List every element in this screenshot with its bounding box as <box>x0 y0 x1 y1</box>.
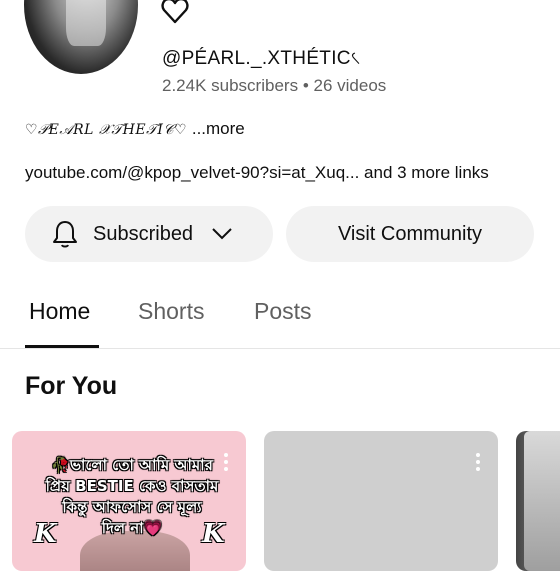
thumbnail-letter: K <box>202 519 225 549</box>
channel-avatar[interactable] <box>24 0 138 74</box>
bell-icon <box>53 221 77 248</box>
more-options-icon[interactable] <box>476 453 480 471</box>
subscribed-button[interactable]: Subscribed <box>25 206 273 262</box>
section-title: For You <box>25 372 118 400</box>
caption-line: প্রিয় BESTIE কেও বাসতাম <box>45 477 219 495</box>
caption-line: 🥀ভালো তো আমি আমার <box>51 456 213 474</box>
channel-name: @PÉARL._.XTHÉTIC৻ <box>162 48 361 69</box>
video-count: 26 videos <box>313 76 387 95</box>
chevron-down-icon <box>212 228 232 240</box>
visit-community-button[interactable]: Visit Community <box>286 206 534 262</box>
thumbnail-image <box>524 431 560 571</box>
thumbnail-letter: K <box>34 519 57 549</box>
tab-posts[interactable]: Posts <box>254 298 312 325</box>
description-text: ♡𝒫𝐸𝒜𝑅𝐿 𝒳𝒯𝐻𝐸𝒯𝐼𝒞♡ <box>25 122 188 138</box>
visit-community-label: Visit Community <box>337 222 483 245</box>
channel-description[interactable]: ♡𝒫𝐸𝒜𝑅𝐿 𝒳𝒯𝐻𝐸𝒯𝐼𝒞♡ ...more <box>25 119 245 139</box>
channel-tabs: Home Shorts Posts <box>0 290 560 349</box>
more-options-icon[interactable] <box>224 453 228 471</box>
heart-outline-icon <box>161 0 189 24</box>
channel-stats: 2.24K subscribers • 26 videos <box>162 76 386 96</box>
tab-home[interactable]: Home <box>29 298 90 325</box>
heart-emoji: 💗 <box>143 519 163 537</box>
more-link[interactable]: ...more <box>192 119 245 138</box>
caption-text: দিল না <box>101 519 144 537</box>
video-card[interactable] <box>264 431 498 571</box>
caption-line: কিন্তু আফসোস সে মূল্য <box>62 498 202 516</box>
video-card[interactable]: 🥀ভালো তো আমি আমার প্রিয় BESTIE কেও বাসত… <box>12 431 246 571</box>
subscriber-count: 2.24K subscribers <box>162 76 299 95</box>
video-card[interactable] <box>516 431 560 571</box>
channel-links[interactable]: youtube.com/@kpop_velvet-90?si=at_Xuq...… <box>25 163 489 183</box>
stats-separator: • <box>302 76 309 95</box>
subscribed-label: Subscribed <box>93 222 194 245</box>
active-tab-indicator <box>25 345 99 348</box>
tab-shorts[interactable]: Shorts <box>138 298 204 325</box>
